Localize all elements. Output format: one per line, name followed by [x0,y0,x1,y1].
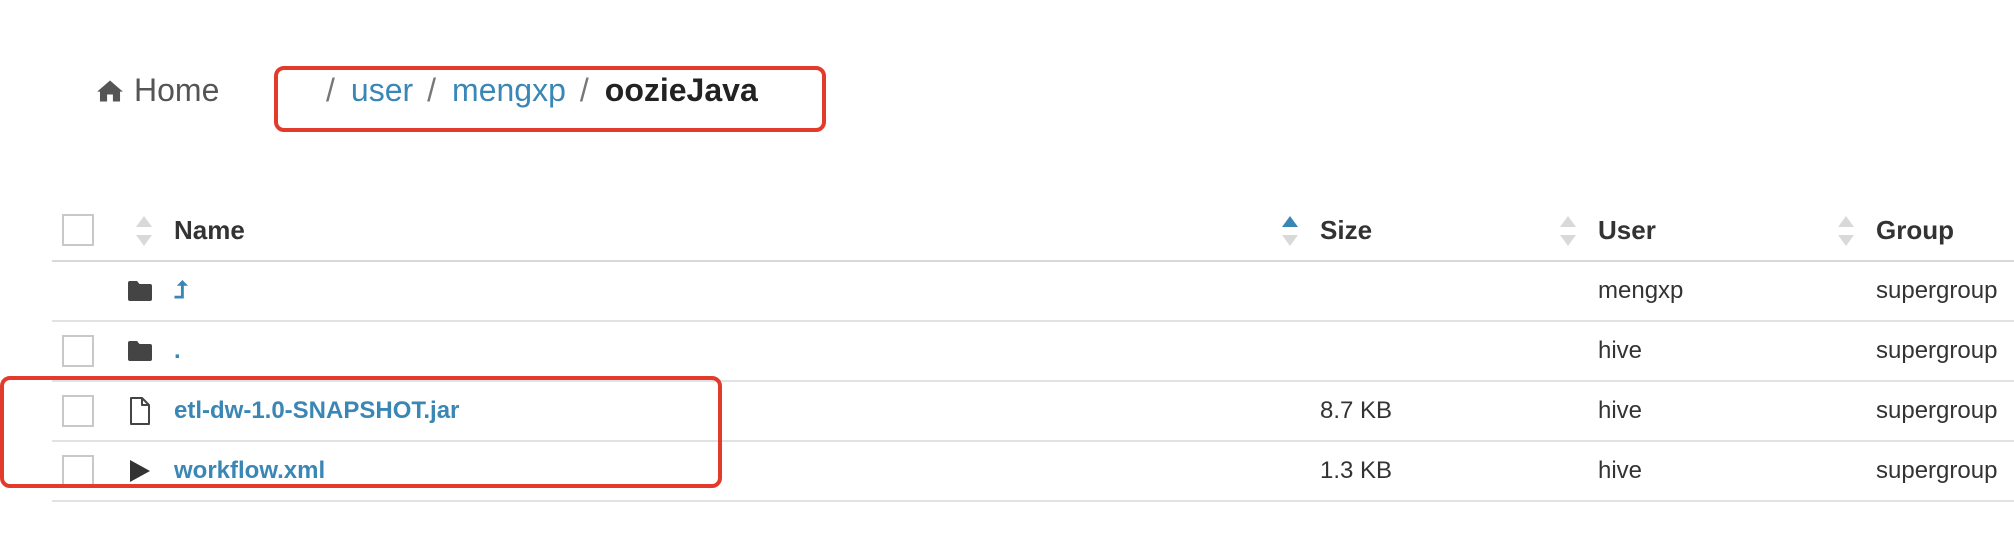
folder-icon [114,262,166,320]
column-header-size[interactable]: Size [1320,200,1372,260]
row-checkbox-cell [62,442,94,500]
row-user: hive [1598,397,1643,424]
breadcrumb-current: oozieJava [604,72,758,108]
breadcrumb-separator: / [326,72,335,108]
row-user: mengxp [1598,277,1684,304]
select-all-cell [62,200,94,260]
breadcrumb-separator: / [579,72,589,108]
sort-icon[interactable] [1838,216,1854,246]
row-group: supergroup [1876,457,1998,484]
column-header-user[interactable]: User [1598,200,1656,260]
sort-asc-icon[interactable] [1282,216,1298,246]
home-icon [96,77,124,105]
sort-icon[interactable] [1560,216,1576,246]
row-user: hive [1598,457,1643,484]
row-group: supergroup [1876,397,1998,424]
row-size: 1.3 KB [1320,457,1393,484]
select-all-checkbox[interactable] [62,214,94,246]
breadcrumb-home[interactable]: Home [96,72,219,109]
row-name[interactable]: ⮥ [174,277,188,305]
row-group: supergroup [1876,337,1998,364]
row-checkbox-cell [62,322,94,380]
row-checkbox[interactable] [62,455,94,487]
breadcrumb: / user / mengxp / oozieJava [326,72,758,109]
row-name[interactable]: etl-dw-1.0-SNAPSHOT.jar [174,397,459,425]
row-name[interactable]: workflow.xml [174,457,325,485]
row-name-cell: etl-dw-1.0-SNAPSHOT.jar [174,382,459,440]
row-checkbox-cell [62,382,94,440]
row-name[interactable]: . [174,337,181,365]
sort-icon[interactable] [136,216,152,246]
row-group: supergroup [1876,277,1998,304]
table-header: Name Size User Group [52,200,2014,262]
breadcrumb-home-label: Home [134,72,220,108]
table-row[interactable]: etl-dw-1.0-SNAPSHOT.jar 8.7 KB hive supe… [52,382,2014,442]
column-header-name[interactable]: Name [174,200,245,260]
table-row[interactable]: . hive supergroup [52,322,2014,382]
row-name-cell: . [174,322,181,380]
table-row[interactable]: ⮥ mengxp supergroup [52,262,2014,322]
play-icon [114,442,166,500]
row-user: hive [1598,337,1643,364]
row-checkbox[interactable] [62,395,94,427]
folder-icon [114,322,166,380]
row-size: 8.7 KB [1320,397,1393,424]
file-browser: Home / user / mengxp / oozieJava Name Si… [0,0,2014,548]
breadcrumb-separator: / [427,72,437,108]
parent-dir-link[interactable]: ⮥ [174,262,188,320]
file-icon [114,382,166,440]
row-checkbox[interactable] [62,335,94,367]
breadcrumb-link-mengxp[interactable]: mengxp [452,72,566,109]
column-header-group[interactable]: Group [1876,200,1954,260]
breadcrumb-link-user[interactable]: user [351,72,413,109]
table-row[interactable]: workflow.xml 1.3 KB hive supergroup [52,442,2014,502]
row-name-cell: workflow.xml [174,442,325,500]
file-table: Name Size User Group ⮥ mengxp supergroup… [52,200,2014,502]
